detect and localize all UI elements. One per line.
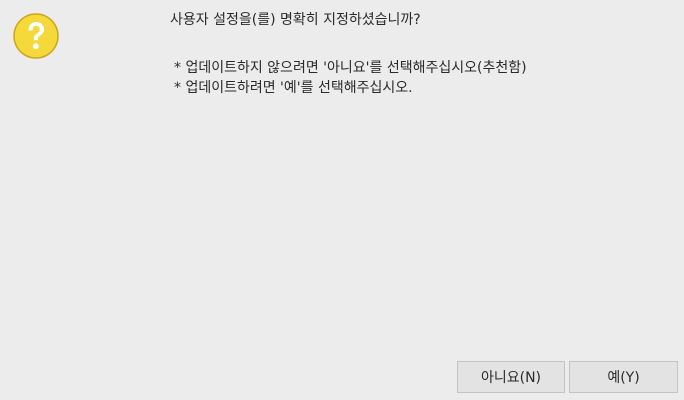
dialog-message: 사용자 설정을(를) 명확히 지정하셨습니까? * 업데이트하지 않으려면 '아… — [170, 10, 670, 98]
confirm-dialog: 사용자 설정을(를) 명확히 지정하셨습니까? * 업데이트하지 않으려면 '아… — [0, 0, 684, 400]
yes-button[interactable]: 예(Y) — [569, 361, 678, 393]
question-icon — [13, 13, 59, 59]
note-no: * 업데이트하지 않으려면 '아니요'를 선택해주십시오(추천함) — [174, 60, 527, 76]
note-yes: * 업데이트하려면 '예'를 선택해주십시오. — [174, 80, 413, 96]
no-button[interactable]: 아니요(N) — [457, 361, 565, 393]
dialog-question: 사용자 설정을(를) 명확히 지정하셨습니까? — [170, 12, 421, 28]
